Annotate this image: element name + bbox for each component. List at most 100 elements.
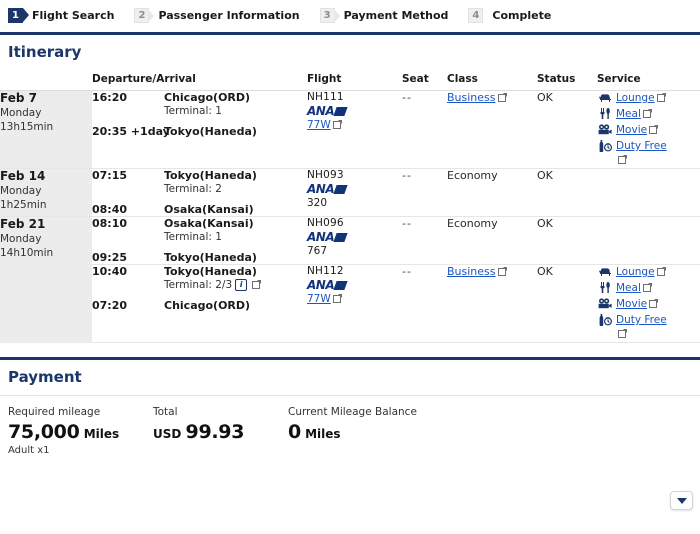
table-row: 10:40 Tokyo(Haneda) Terminal: 2/3 i 07:20 Chi… xyxy=(0,264,700,343)
mileage-balance-amount: 0 xyxy=(288,421,301,443)
seat-cell: -- xyxy=(402,216,447,265)
flight-date-cell: Feb 21 Monday 14h10min xyxy=(0,216,92,343)
service-item[interactable]: Duty Free xyxy=(597,139,700,166)
mileage-balance-value: 0 Miles xyxy=(288,421,417,443)
required-mileage-value: 75,000 Miles xyxy=(8,421,153,443)
service-link-wrap: Meal xyxy=(616,281,652,295)
flight-number: NH112 xyxy=(307,265,344,277)
class-cell: Economy xyxy=(447,168,537,217)
step-payment-method[interactable]: 3 Payment Method xyxy=(319,8,449,23)
step-passenger-information[interactable]: 2 Passenger Information xyxy=(134,8,300,23)
column-header-flight: Flight xyxy=(307,70,402,91)
departure-info: 08:10 Osaka(Kansai) Terminal: 1 xyxy=(92,217,307,243)
segment-spacer xyxy=(92,117,307,125)
service-item[interactable]: Lounge xyxy=(597,265,700,279)
service-link[interactable]: Duty Free xyxy=(616,314,667,326)
service-link[interactable]: Lounge xyxy=(616,92,655,104)
departure-info: 16:20 Chicago(ORD) Terminal: 1 xyxy=(92,91,307,117)
table-row: Feb 21 Monday 14h10min 08:10 Osaka(Kansai) Te… xyxy=(0,216,700,343)
departure-terminal-text: Terminal: 1 xyxy=(164,105,222,117)
aircraft-equipment[interactable]: 77W xyxy=(307,119,402,131)
departure-terminal: Terminal: 1 xyxy=(164,105,250,117)
flight-number: NH111 xyxy=(307,91,344,103)
step-flight-search[interactable]: 1 Flight Search xyxy=(8,8,114,23)
segment-spacer xyxy=(92,195,307,203)
carrier-name: ANA xyxy=(307,104,335,118)
external-link-icon xyxy=(252,280,262,289)
service-item[interactable]: Lounge xyxy=(597,91,700,105)
step-1-number: 1 xyxy=(8,8,29,23)
external-link-icon xyxy=(656,267,666,276)
flight-cell: NH112 ANA 77W xyxy=(307,264,402,343)
lounge-icon xyxy=(597,91,613,104)
required-mileage-block: Required mileage 75,000 Miles Adult x1 xyxy=(8,406,153,456)
service-item[interactable]: Meal xyxy=(597,107,700,121)
external-link-icon xyxy=(618,155,627,164)
flight-weekday: Monday xyxy=(0,185,42,197)
arrival-info: 09:25 Tokyo(Haneda) xyxy=(92,251,307,264)
departure-airport: Tokyo(Haneda) xyxy=(164,265,257,278)
flight-date: Feb 14 xyxy=(0,169,46,183)
lounge-icon xyxy=(597,265,613,278)
departure-location: Tokyo(Haneda) Terminal: 2/3 i xyxy=(164,265,262,291)
info-icon[interactable]: i xyxy=(235,279,248,291)
departure-terminal: Terminal: 2/3 i xyxy=(164,279,262,291)
aircraft-equipment[interactable]: 77W xyxy=(307,293,402,305)
service-link[interactable]: Duty Free xyxy=(616,140,667,152)
aircraft-equipment: 767 xyxy=(307,245,328,257)
departure-info: 10:40 Tokyo(Haneda) Terminal: 2/3 i xyxy=(92,265,307,291)
service-item[interactable]: Movie xyxy=(597,297,700,311)
column-header-seat: Seat xyxy=(402,70,447,91)
service-link[interactable]: Meal xyxy=(616,108,641,120)
flight-weekday: Monday xyxy=(0,233,42,245)
step-3-label: Payment Method xyxy=(343,9,449,22)
step-2-label: Passenger Information xyxy=(158,9,300,22)
arrival-time: 09:25 xyxy=(92,251,128,264)
required-mileage-label: Required mileage xyxy=(8,406,101,418)
aircraft-equipment: 320 xyxy=(307,197,328,209)
class-link[interactable]: Business xyxy=(447,91,496,104)
aircraft-equipment-link[interactable]: 77W xyxy=(307,119,331,131)
service-item[interactable]: Duty Free xyxy=(597,313,700,340)
table-row: Feb 14 Monday 1h25min 07:15 Tokyo(Haneda) Ter… xyxy=(0,168,700,217)
status-cell: OK xyxy=(537,264,597,343)
arrival-airport: Tokyo(Haneda) xyxy=(164,125,257,138)
external-link-icon xyxy=(497,267,507,276)
flight-number: NH093 xyxy=(307,169,344,181)
class-value: Economy xyxy=(447,169,498,182)
scroll-down-button[interactable] xyxy=(670,491,693,510)
service-item[interactable]: Meal xyxy=(597,281,700,295)
departure-time: 16:20 xyxy=(92,91,128,104)
service-link[interactable]: Meal xyxy=(616,282,641,294)
service-link[interactable]: Movie xyxy=(616,298,647,310)
carrier-name: ANA xyxy=(307,278,335,292)
departure-location: Tokyo(Haneda) Terminal: 2 xyxy=(164,169,257,195)
class-link[interactable]: Business xyxy=(447,265,496,278)
flight-duration: 1h25min xyxy=(0,199,47,212)
aircraft-equipment-link[interactable]: 77W xyxy=(307,293,331,305)
itinerary-body: Feb 7 Monday 13h15min 16:20 Chicago(ORD) Term… xyxy=(0,90,700,343)
mileage-balance-label: Current Mileage Balance xyxy=(288,406,417,418)
itinerary-table: Departure/Arrival Flight Seat Class Stat… xyxy=(0,70,700,343)
external-link-icon xyxy=(332,120,342,129)
seat-value: -- xyxy=(402,217,412,230)
service-link-wrap: Movie xyxy=(616,297,659,311)
flight-duration: 14h10min xyxy=(0,247,54,260)
service-link[interactable]: Lounge xyxy=(616,266,655,278)
departure-arrival-cell: 16:20 Chicago(ORD) Terminal: 1 20:35 +1day T… xyxy=(92,90,307,169)
flight-date: Feb 21 xyxy=(0,217,46,231)
external-link-icon xyxy=(497,93,507,102)
arrival-info: 08:40 Osaka(Kansai) xyxy=(92,203,307,216)
arrival-airport: Osaka(Kansai) xyxy=(164,203,254,216)
class-cell: Business xyxy=(447,264,537,343)
departure-time: 10:40 xyxy=(92,265,128,278)
step-1-label: Flight Search xyxy=(32,9,115,22)
departure-terminal-text: Terminal: 2 xyxy=(164,183,222,195)
departure-airport: Tokyo(Haneda) xyxy=(164,169,257,182)
step-complete[interactable]: 4 Complete xyxy=(468,8,551,23)
status-value: OK xyxy=(537,169,553,182)
service-link-wrap: Movie xyxy=(616,123,659,137)
service-item[interactable]: Movie xyxy=(597,123,700,137)
seat-cell: -- xyxy=(402,90,447,169)
service-link[interactable]: Movie xyxy=(616,124,647,136)
